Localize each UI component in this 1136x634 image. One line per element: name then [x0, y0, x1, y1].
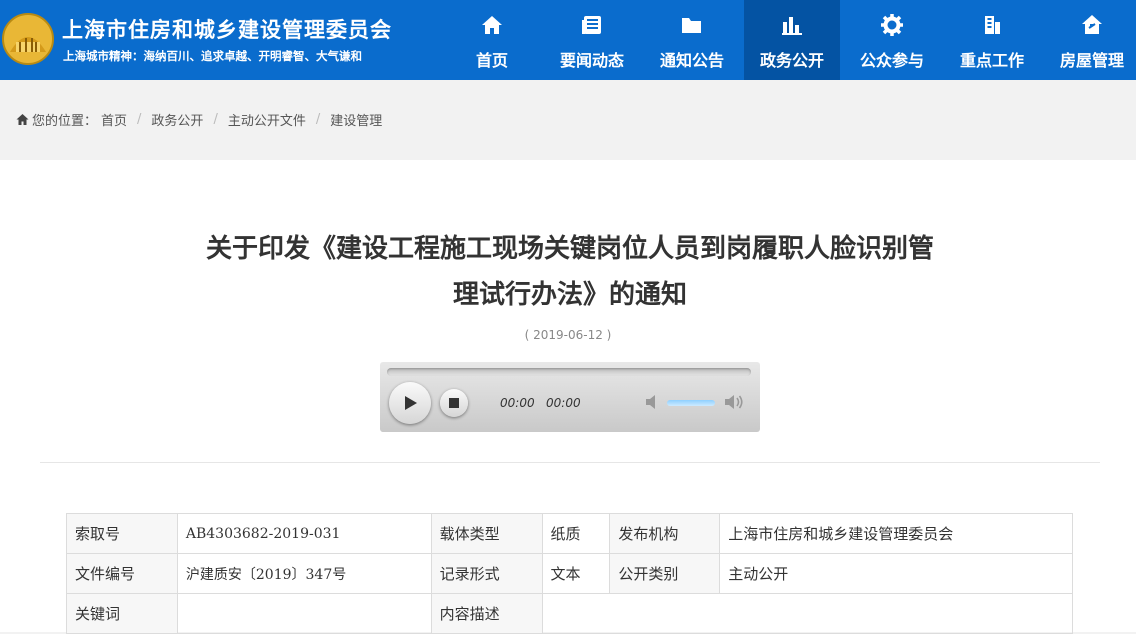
main-nav: 首页 要闻动态 通知公告 政务公开 公众参与 重点工作 房屋管理	[444, 0, 1136, 80]
content-divider	[40, 462, 1100, 463]
audio-progress-bar[interactable]	[387, 368, 751, 376]
info-label-document-number: 文件编号	[66, 553, 178, 594]
audio-duration: 00:00	[546, 396, 581, 410]
play-icon	[405, 396, 417, 410]
info-label-publisher: 发布机构	[609, 513, 721, 554]
info-value-index-number: AB4303682-2019-031	[176, 513, 432, 554]
breadcrumb-government-affairs[interactable]: 政务公开	[151, 110, 203, 129]
nav-item-housing[interactable]: 房屋管理	[1044, 0, 1136, 80]
building-icon	[985, 16, 1000, 34]
home-icon	[482, 16, 502, 34]
info-value-record-form: 文本	[541, 553, 611, 594]
nav-item-news[interactable]: 要闻动态	[544, 0, 640, 80]
info-label-keywords: 关键词	[66, 593, 178, 634]
info-value-carrier-type: 纸质	[541, 513, 611, 554]
breadcrumb-prefix: 您的位置：	[32, 113, 98, 129]
audio-current-time: 00:00	[500, 396, 535, 410]
info-label-carrier-type: 载体类型	[430, 513, 543, 554]
home-icon	[16, 113, 29, 125]
table-row: 文件编号 沪建质安〔2019〕347号 记录形式 文本 公开类别 主动公开	[66, 553, 1073, 594]
site-title[interactable]: 上海市住房和城乡建设管理委员会	[62, 14, 392, 44]
site-header: 上海市住房和城乡建设管理委员会 上海城市精神：海纳百川、追求卓越、开明睿智、大气…	[0, 0, 1136, 80]
info-label-disclosure-category: 公开类别	[609, 553, 721, 594]
article-container: 关于印发《建设工程施工现场关键岗位人员到岗履职人脸识别管 理试行办法》的通知 (…	[0, 160, 1136, 634]
info-value-content-description	[541, 593, 1073, 634]
volume-mute-icon[interactable]	[644, 393, 662, 411]
news-icon	[582, 16, 601, 34]
volume-slider[interactable]	[667, 400, 715, 406]
nav-label: 政务公开	[759, 51, 824, 70]
info-value-publisher: 上海市住房和城乡建设管理委员会	[719, 513, 1073, 554]
info-label-content-description: 内容描述	[430, 593, 543, 634]
article-title: 关于印发《建设工程施工现场关键岗位人员到岗履职人脸识别管 理试行办法》的通知	[130, 226, 1010, 318]
nav-item-government-affairs[interactable]: 政务公开	[744, 0, 840, 80]
chart-icon	[782, 17, 802, 35]
info-label-index-number: 索取号	[66, 513, 178, 554]
info-value-disclosure-category: 主动公开	[719, 553, 1073, 594]
info-label-record-form: 记录形式	[430, 553, 543, 594]
city-emblem-icon[interactable]	[2, 12, 54, 66]
breadcrumb: 您的位置： 首页 / 政务公开 / 主动公开文件 / 建设管理	[0, 80, 1136, 158]
breadcrumb-home[interactable]: 首页	[101, 110, 127, 129]
table-row: 索取号 AB4303682-2019-031 载体类型 纸质 发布机构 上海市住…	[66, 513, 1073, 554]
stop-icon	[449, 398, 459, 408]
nav-label: 通知公告	[659, 51, 724, 70]
nav-label: 房屋管理	[1059, 51, 1124, 70]
article-title-line-1: 关于印发《建设工程施工现场关键岗位人员到岗履职人脸识别管	[205, 234, 934, 264]
breadcrumb-construction-management[interactable]: 建设管理	[330, 110, 382, 129]
nav-item-home[interactable]: 首页	[444, 0, 540, 80]
table-row: 关键词 内容描述	[66, 593, 1073, 634]
nav-item-key-work[interactable]: 重点工作	[944, 0, 1040, 80]
breadcrumb-separator: /	[137, 111, 142, 127]
article-title-line-2: 理试行办法》的通知	[452, 280, 687, 310]
info-value-document-number: 沪建质安〔2019〕347号	[176, 553, 432, 594]
nav-label: 重点工作	[959, 51, 1024, 70]
gear-icon	[881, 14, 903, 36]
breadcrumb-separator: /	[213, 111, 218, 127]
breadcrumb-separator: /	[315, 111, 321, 127]
house-icon	[1082, 15, 1102, 34]
volume-max-icon[interactable]	[724, 393, 744, 411]
info-value-keywords	[176, 593, 432, 634]
nav-label: 要闻动态	[559, 51, 624, 70]
nav-item-notices[interactable]: 通知公告	[644, 0, 740, 80]
folder-icon	[682, 18, 701, 33]
stop-button[interactable]	[440, 389, 468, 417]
nav-label: 公众参与	[859, 51, 924, 70]
document-info-table: 索取号 AB4303682-2019-031 载体类型 纸质 发布机构 上海市住…	[66, 513, 1073, 634]
nav-item-public-participation[interactable]: 公众参与	[844, 0, 940, 80]
site-motto: 上海城市精神：海纳百川、追求卓越、开明睿智、大气谦和	[63, 49, 362, 63]
article-date: ( 2019-06-12 )	[524, 328, 612, 342]
audio-player: 00:00 00:00	[380, 362, 760, 432]
breadcrumb-active-disclosure[interactable]: 主动公开文件	[228, 110, 306, 129]
play-button[interactable]	[389, 382, 431, 424]
nav-label: 首页	[475, 51, 508, 70]
